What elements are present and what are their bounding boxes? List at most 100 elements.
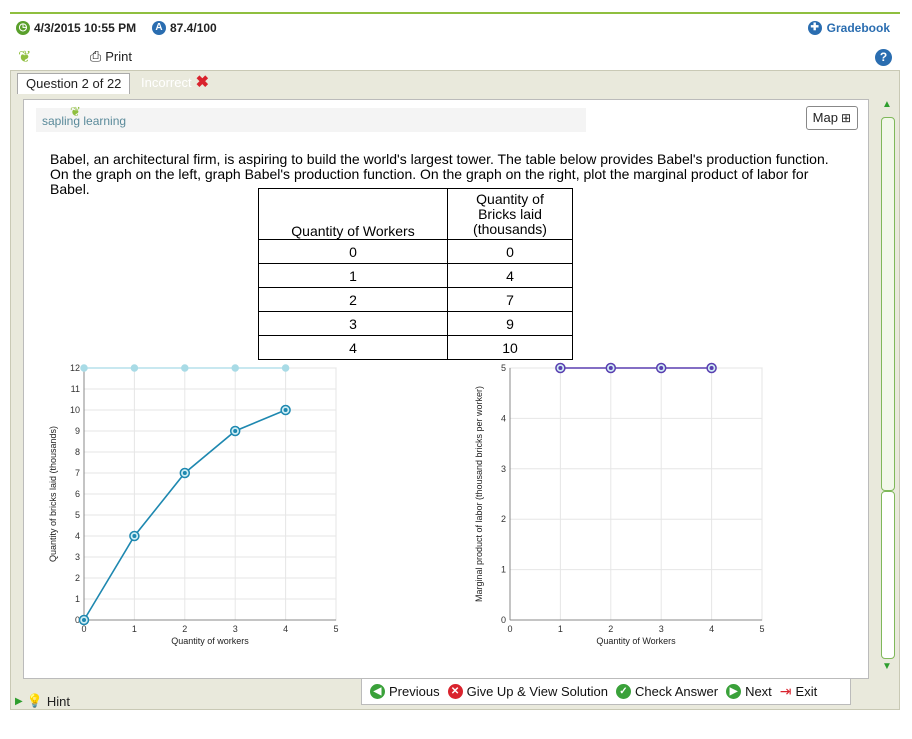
- y-axis-label: Marginal product of labor (thousand bric…: [474, 386, 484, 602]
- gradebook-icon: ✚: [807, 21, 822, 35]
- sitemap-icon: ⊞: [840, 111, 851, 125]
- incorrect-x-icon: ✖: [195, 74, 209, 91]
- logo-text: sapling learning: [42, 114, 127, 128]
- print-label: Print: [105, 49, 132, 64]
- table-header-bricks: Quantity of Bricks laid (thousands): [447, 188, 573, 240]
- question-panel: Question 2 of 22 Incorrect ✖ ❦ sapling l…: [10, 70, 900, 710]
- brand-logo: ❦ sapling learning: [36, 104, 586, 132]
- data-point: [80, 364, 88, 372]
- data-point-center: [709, 366, 714, 370]
- printer-icon: ⎙: [90, 48, 102, 64]
- check-answer-label: Check Answer: [634, 684, 719, 699]
- tab-question[interactable]: Question 2 of 22: [17, 73, 131, 94]
- table-cell: 9: [447, 311, 573, 336]
- table-cell: 0: [447, 239, 573, 264]
- bottom-bar: ▶ 💡 Hint ◀ Previous ✕ Give Up & View Sol…: [11, 679, 899, 711]
- data-point-center: [558, 366, 563, 370]
- y-tick-label: 8: [75, 447, 80, 457]
- y-tick-label: 7: [75, 468, 80, 478]
- map-label: Map: [812, 110, 838, 125]
- tab-status: Incorrect ✖: [141, 73, 209, 93]
- data-point-center: [182, 471, 187, 475]
- datetime-display: ◷ 4/3/2015 10:55 PM: [16, 21, 136, 35]
- data-point-center: [283, 408, 288, 412]
- table-row: 14: [258, 263, 573, 288]
- map-button[interactable]: Map ⊞: [805, 106, 858, 130]
- x-tick-label: 1: [558, 624, 563, 634]
- y-tick-label: 5: [501, 363, 506, 373]
- clock-icon: ◷: [16, 21, 30, 35]
- x-tick-label: 5: [333, 624, 338, 634]
- scroll-thumb[interactable]: [881, 117, 895, 491]
- x-tick-label: 5: [759, 624, 764, 634]
- datetime-text: 4/3/2015 10:55 PM: [34, 21, 137, 35]
- y-tick-label: 12: [70, 363, 80, 373]
- table-cell: 1: [258, 263, 448, 288]
- gradebook-label: Gradebook: [826, 21, 890, 35]
- y-axis-label: Quantity of bricks laid (thousands): [48, 426, 58, 562]
- production-table: Quantity of Workers Quantity of Bricks l…: [258, 188, 573, 360]
- exit-label: Exit: [795, 684, 818, 699]
- plot-area: [509, 367, 763, 621]
- y-tick-label: 9: [75, 426, 80, 436]
- expand-arrow-icon: ▶: [15, 695, 23, 707]
- table-cell: 4: [258, 335, 448, 360]
- give-up-label: Give Up & View Solution: [466, 684, 608, 699]
- previous-label: Previous: [389, 684, 440, 699]
- table-row: 39: [258, 311, 573, 336]
- production-function-graph[interactable]: 0 1 2 3 4 50123456789101112Quantity of worker…: [44, 362, 364, 662]
- lightbulb-icon: 💡: [26, 693, 43, 708]
- y-tick-label: 4: [75, 531, 80, 541]
- give-up-button[interactable]: ✕ Give Up & View Solution: [447, 684, 608, 699]
- score-display[interactable]: A 87.4/100: [152, 21, 217, 35]
- y-tick-label: 11: [71, 384, 80, 394]
- exit-button[interactable]: ⇥ Exit: [780, 683, 817, 700]
- status-label: Incorrect: [141, 75, 192, 90]
- y-tick-label: 3: [501, 464, 506, 474]
- x-tick-label: 2: [608, 624, 613, 634]
- previous-button[interactable]: ◀ Previous: [370, 684, 440, 699]
- data-point-center: [608, 366, 613, 370]
- exit-door-icon: ⇥: [779, 683, 792, 699]
- toolbar: ❦ ⎙ Print ?: [10, 44, 900, 70]
- data-point: [231, 364, 239, 372]
- data-point: [281, 364, 290, 372]
- x-tick-label: 1: [132, 624, 137, 634]
- x-axis-label: Quantity of Workers: [596, 636, 676, 646]
- next-button[interactable]: ▶ Next: [726, 684, 772, 699]
- data-point: [181, 364, 189, 372]
- data-point-center: [233, 429, 238, 433]
- check-answer-button[interactable]: ✓ Check Answer: [615, 684, 719, 699]
- help-icon[interactable]: ?: [875, 49, 892, 66]
- gradebook-link[interactable]: ✚ Gradebook: [807, 21, 890, 35]
- y-tick-label: 1: [501, 565, 506, 575]
- table-row: 27: [258, 287, 573, 312]
- scroll-down-arrow-icon[interactable]: ▼: [882, 661, 892, 672]
- table-row: 4 10: [258, 335, 573, 360]
- question-content: ❦ sapling learning Map ⊞ Babel, an archi…: [23, 99, 869, 679]
- checkmark-icon: ✓: [615, 684, 631, 699]
- next-label: Next: [745, 684, 772, 699]
- data-point-center: [659, 366, 664, 370]
- table-row: 00: [258, 239, 573, 264]
- top-bar: ◷ 4/3/2015 10:55 PM A 87.4/100 ✚ Gradebo…: [10, 12, 900, 44]
- table-header-workers: Quantity of Workers: [258, 188, 448, 240]
- data-point-center: [82, 618, 86, 622]
- y-tick-label: 4: [501, 413, 506, 423]
- vertical-scrollbar[interactable]: ▲ ▼: [879, 99, 895, 679]
- table-cell: 0: [258, 239, 448, 264]
- scroll-up-arrow-icon[interactable]: ▲: [882, 99, 892, 110]
- back-arrow-icon: ◀: [370, 684, 385, 699]
- hint-button[interactable]: ▶ 💡 Hint: [15, 693, 70, 709]
- table-cell: 7: [447, 287, 573, 312]
- table-cell: 4: [447, 263, 573, 288]
- sapling-leaf-icon: ❦: [18, 49, 32, 66]
- print-button[interactable]: ⎙ Print: [90, 48, 132, 65]
- x-axis-label: Quantity of workers: [171, 636, 249, 646]
- app-frame: ◷ 4/3/2015 10:55 PM A 87.4/100 ✚ Gradebo…: [10, 12, 900, 710]
- table-cell: 2: [258, 287, 448, 312]
- marginal-product-graph[interactable]: 0 1 2 3 4 5 0 1 2 3 4 5 Quantity of Workers Marginal …: [470, 362, 790, 662]
- y-tick-label: 1: [75, 594, 80, 604]
- y-tick-label: 10: [70, 405, 80, 415]
- y-tick-label: 5: [75, 510, 80, 520]
